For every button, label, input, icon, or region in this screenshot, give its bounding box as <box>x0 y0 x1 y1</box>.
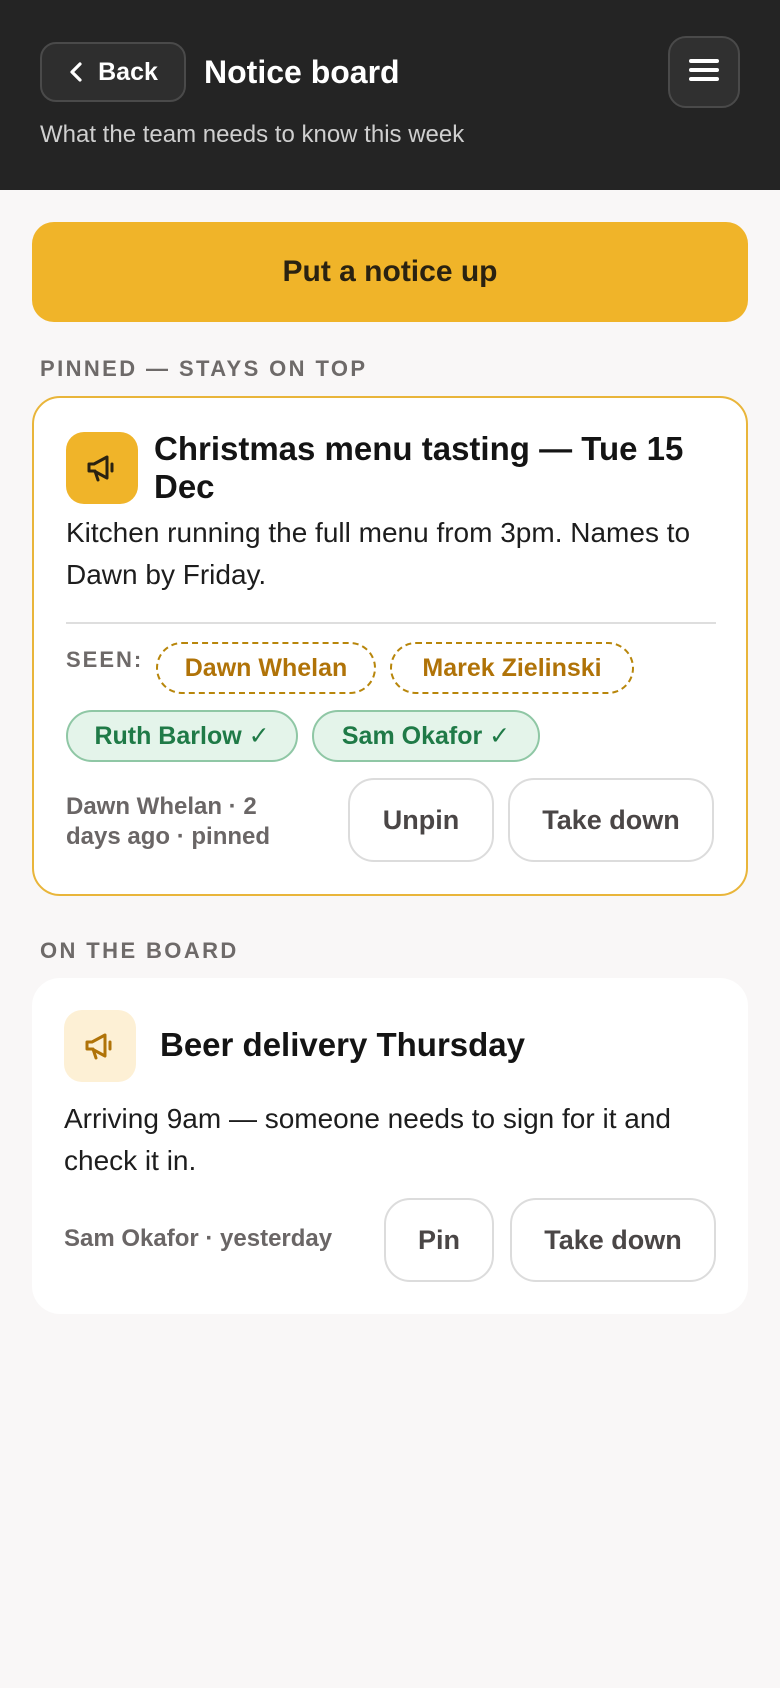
unpin-button[interactable]: Unpin <box>348 778 494 862</box>
take-down-button[interactable]: Take down <box>508 778 714 862</box>
back-button[interactable]: Back <box>40 42 186 102</box>
notice-title: Beer delivery Thursday <box>160 1026 525 1063</box>
pinned-notice-meta: Dawn Whelan · 2 days ago · pinned <box>66 792 326 852</box>
pinned-notice-title: Christmas menu tasting — Tue 15 Dec <box>154 430 684 505</box>
seen-label: SEEN: <box>66 647 144 672</box>
notice-card: Beer delivery Thursday Arriving 9am — so… <box>32 978 748 1314</box>
meta-line: days ago · pinned <box>66 823 271 850</box>
pinned-notice-card: Christmas menu tasting — Tue 15 Dec Kitc… <box>32 396 748 896</box>
hamburger-icon <box>688 58 720 87</box>
notice-body: Arriving 9am — someone needs to sign for… <box>64 1103 671 1176</box>
seen-chip-done: Ruth Barlow ✓ <box>66 710 298 762</box>
pin-button[interactable]: Pin <box>384 1198 494 1282</box>
megaphone-icon <box>64 1010 136 1082</box>
page-title: Notice board <box>204 54 400 90</box>
seen-chip-done: Sam Okafor ✓ <box>312 710 540 762</box>
back-label: Back <box>98 57 158 86</box>
notice-meta: Sam Okafor · yesterday <box>64 1225 333 1252</box>
pinned-notice-body: Kitchen running the full menu from 3pm. … <box>66 517 691 590</box>
seen-chip-pending: Marek Zielinski <box>390 642 634 694</box>
menu-button[interactable] <box>668 36 740 108</box>
seen-chip-pending: Dawn Whelan <box>156 642 376 694</box>
header-bar: Back Notice board What the team needs to… <box>0 0 780 190</box>
take-down-button[interactable]: Take down <box>510 1198 716 1282</box>
page-subtitle: What the team needs to know this week <box>40 121 465 148</box>
megaphone-icon <box>66 432 138 504</box>
meta-line: Dawn Whelan · 2 <box>66 793 257 820</box>
pinned-section-label: PINNED — STAYS ON TOP <box>40 356 368 381</box>
divider <box>66 622 716 624</box>
put-notice-up-button[interactable]: Put a notice up <box>32 222 748 322</box>
board-section-label: ON THE BOARD <box>40 938 239 963</box>
chevron-left-icon <box>68 61 84 83</box>
